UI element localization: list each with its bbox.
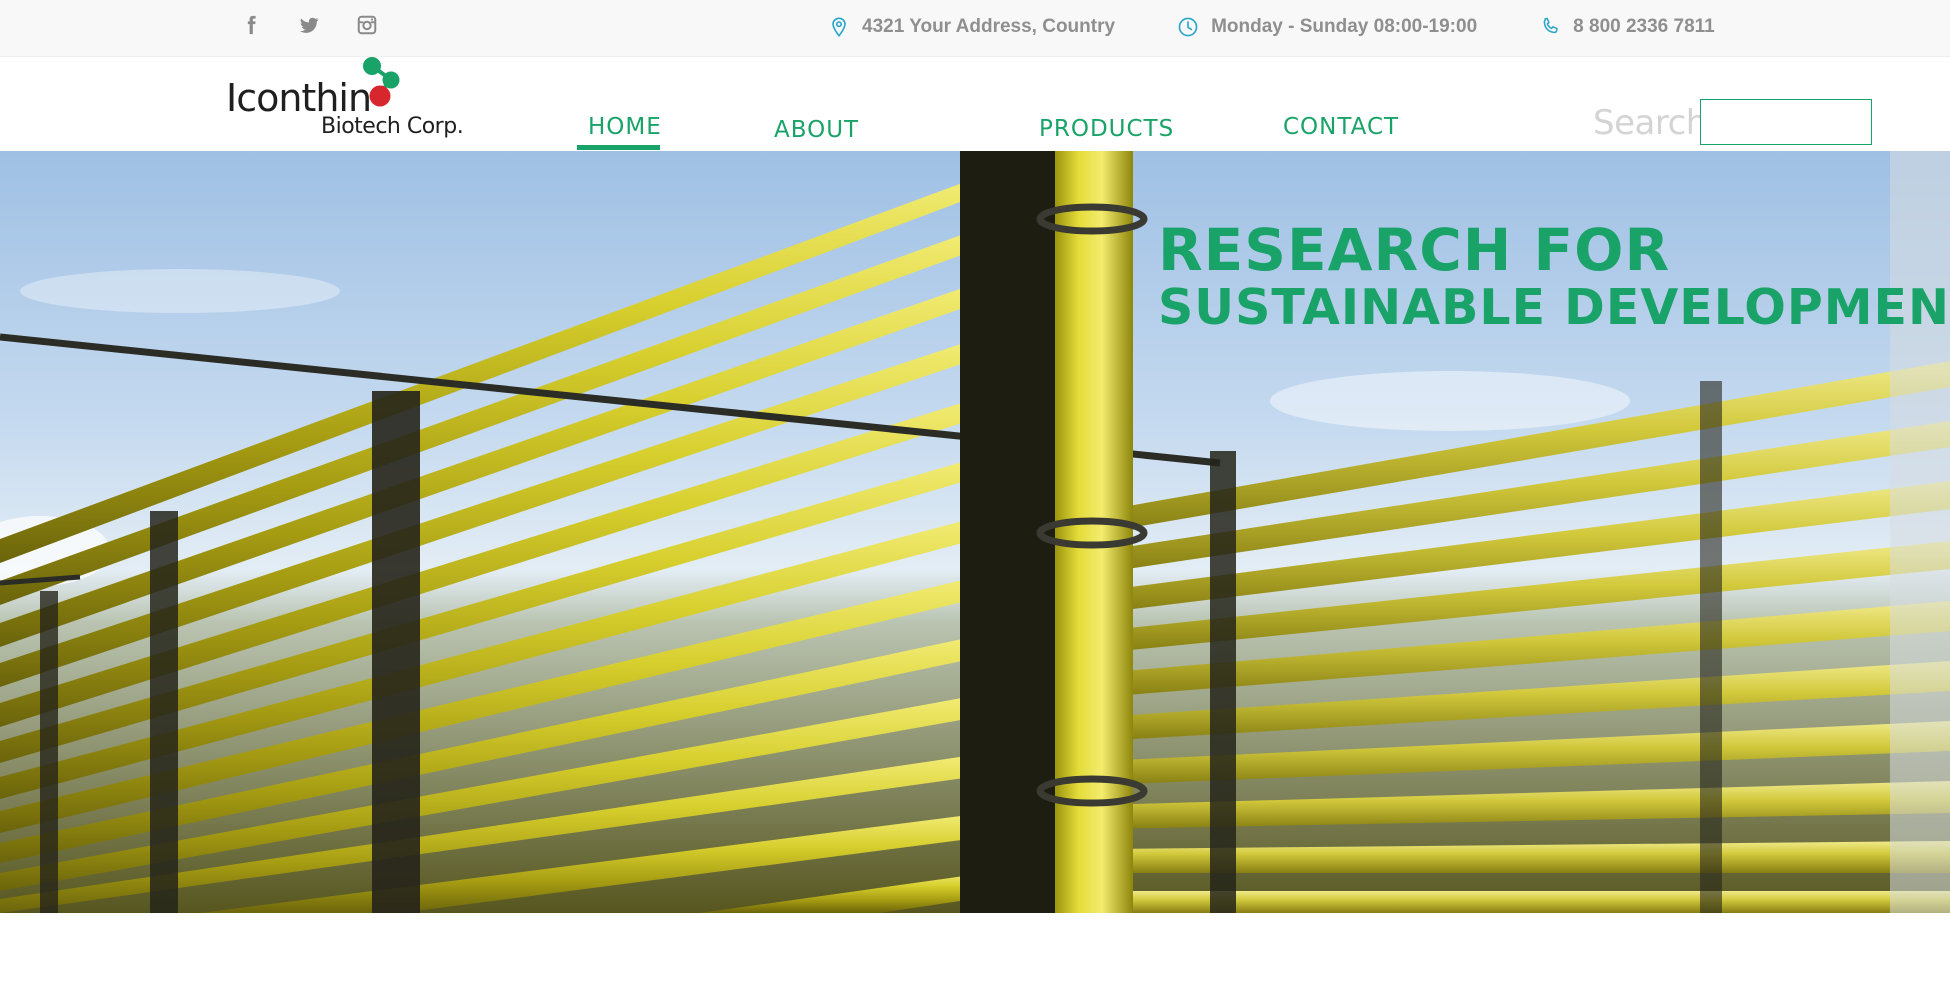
nav-products[interactable]: PRODUCTS [1039,116,1174,142]
hours-text: Monday - Sunday 08:00-19:00 [1211,16,1478,37]
instagram-link[interactable] [356,14,380,38]
contact-info: 4321 Your Address, Country Monday - Sund… [828,16,1715,38]
hero-heading-line1: RESEARCH FOR [1158,216,1671,284]
hours-item: Monday - Sunday 08:00-19:00 [1177,16,1477,38]
phone-item[interactable]: 8 800 2336 7811 [1539,16,1715,38]
top-utility-bar: 4321 Your Address, Country Monday - Sund… [0,0,1950,57]
twitter-icon [300,17,319,33]
instagram-icon [357,15,377,35]
active-nav-indicator [577,145,660,150]
hero-heading: RESEARCH FOR SUSTAINABLE DEVELOPMENT [1158,219,1950,337]
facebook-icon [247,15,256,35]
search-label: Search [1593,103,1707,143]
nav-about[interactable]: ABOUT [774,117,859,143]
search-input[interactable] [1700,99,1872,145]
logo-subtitle: Biotech Corp. [321,114,464,139]
hero-heading-line2: SUSTAINABLE DEVELOPMENT [1158,279,1950,336]
phone-text[interactable]: 8 800 2336 7811 [1573,16,1715,38]
phone-icon [1543,17,1558,34]
nav-contact[interactable]: CONTACT [1283,114,1399,140]
social-links [240,14,380,38]
company-logo[interactable]: Iconthin Biotech Corp. [226,57,464,147]
address-text: 4321 Your Address, Country [862,16,1116,37]
clock-icon [1178,17,1198,37]
address-item: 4321 Your Address, Country [828,16,1115,38]
site-header: Iconthin Biotech Corp. HOME ABOUT PRODUC… [0,57,1950,151]
twitter-link[interactable] [298,14,322,38]
map-pin-icon [832,17,846,38]
facebook-link[interactable] [240,14,264,38]
nav-home[interactable]: HOME [588,114,662,140]
hero-banner: RESEARCH FOR SUSTAINABLE DEVELOPMENT [0,151,1950,913]
